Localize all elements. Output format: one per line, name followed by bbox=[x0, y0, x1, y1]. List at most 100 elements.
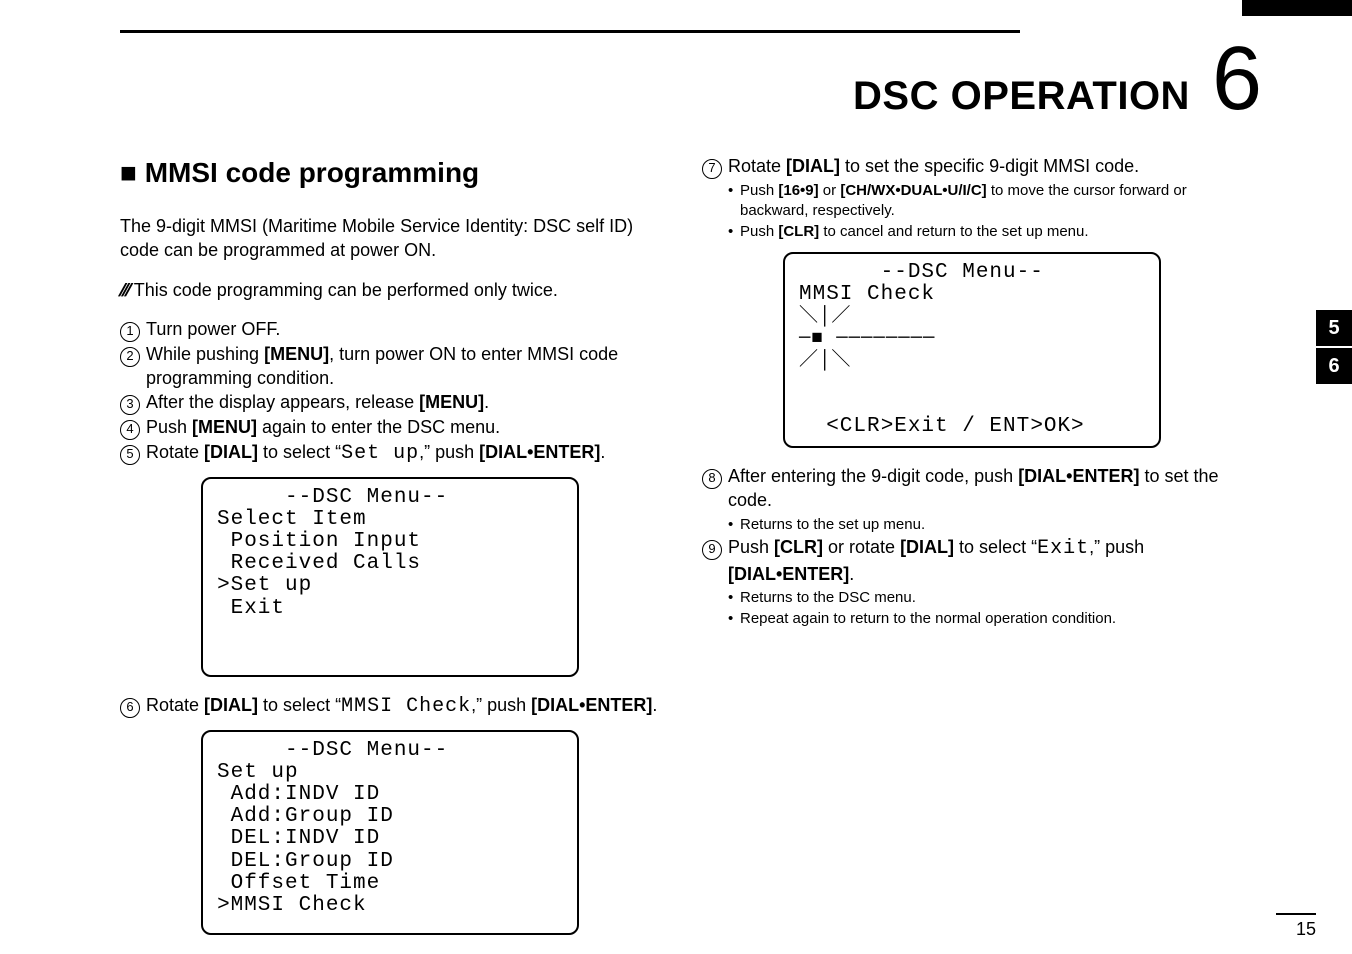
hatch-icon: /// bbox=[116, 278, 134, 302]
step-number-icon: 9 bbox=[702, 540, 722, 560]
step-5: 5 Rotate [DIAL] to select “Set up,” push… bbox=[120, 440, 660, 467]
lcd-display-3: --DSC Menu-- MMSI Check ＼│／ ─■ ──────── … bbox=[783, 252, 1161, 448]
step-7: 7 Rotate [DIAL] to set the specific 9-di… bbox=[702, 154, 1242, 179]
step-number-icon: 7 bbox=[702, 159, 722, 179]
t: . bbox=[600, 442, 605, 462]
key-label: [DIAL] bbox=[786, 156, 840, 176]
bullet-dot-icon: • bbox=[728, 609, 740, 629]
menu-item-name: MMSI Check bbox=[341, 695, 471, 718]
lcd-cursor-art: ＼│／ ─■ ──────── ／│＼ bbox=[799, 305, 935, 371]
page-number: 15 bbox=[1276, 913, 1316, 940]
step-7-bullets: • Push [16•9] or [CH/WX•DUAL•U/I/C] to m… bbox=[702, 181, 1242, 242]
step-text: While pushing [MENU], turn power ON to e… bbox=[146, 342, 660, 391]
step-number-icon: 4 bbox=[120, 420, 140, 440]
t: Push bbox=[728, 537, 774, 557]
t: to select “ bbox=[258, 695, 341, 715]
t: to set the specific 9-digit MMSI code. bbox=[840, 156, 1139, 176]
key-label: [DIAL•ENTER] bbox=[479, 442, 600, 462]
t: Push bbox=[146, 417, 192, 437]
step-text: Rotate [DIAL] to select “MMSI Check,” pu… bbox=[146, 693, 660, 720]
step-3: 3 After the display appears, release [ME… bbox=[120, 390, 660, 415]
step-text: Turn power OFF. bbox=[146, 317, 660, 342]
t: . bbox=[849, 564, 854, 584]
step-text: After the display appears, release [MENU… bbox=[146, 390, 660, 415]
key-label: [DIAL•ENTER] bbox=[728, 564, 849, 584]
bullet: • Repeat again to return to the normal o… bbox=[728, 609, 1242, 629]
step-text: Push [MENU] again to enter the DSC menu. bbox=[146, 415, 660, 440]
step-number-icon: 3 bbox=[120, 395, 140, 415]
bullet-dot-icon: • bbox=[728, 515, 740, 535]
step-9: 9 Push [CLR] or rotate [DIAL] to select … bbox=[702, 535, 1242, 586]
side-tab-6: 6 bbox=[1316, 348, 1352, 384]
page: DSC OPERATION 6 ■ MMSI code programming … bbox=[0, 0, 1352, 954]
step-8-bullets: • Returns to the set up menu. bbox=[702, 515, 1242, 535]
key-label: [DIAL] bbox=[900, 537, 954, 557]
t: Push bbox=[740, 182, 778, 199]
corner-black-bar bbox=[1242, 0, 1352, 16]
page-title: DSC OPERATION bbox=[853, 74, 1190, 119]
menu-item-name: Set up bbox=[341, 442, 419, 465]
t: Rotate bbox=[146, 695, 204, 715]
t: . bbox=[652, 695, 657, 715]
bullet-dot-icon: • bbox=[728, 181, 740, 222]
menu-item-name: Exit bbox=[1037, 537, 1089, 560]
side-tabs: 5 6 bbox=[1316, 310, 1352, 386]
t: Push bbox=[740, 223, 778, 240]
step-number-icon: 6 bbox=[120, 698, 140, 718]
t: After the display appears, release bbox=[146, 392, 419, 412]
bullet-text: Push [CLR] to cancel and return to the s… bbox=[740, 222, 1089, 242]
t: or rotate bbox=[823, 537, 900, 557]
t: ,” push bbox=[419, 442, 479, 462]
key-label: [CLR] bbox=[774, 537, 823, 557]
bullet: • Push [CLR] to cancel and return to the… bbox=[728, 222, 1242, 242]
step-2: 2 While pushing [MENU], turn power ON to… bbox=[120, 342, 660, 391]
bullet-text: Push [16•9] or [CH/WX•DUAL•U/I/C] to mov… bbox=[740, 181, 1242, 222]
t: Rotate bbox=[146, 442, 204, 462]
intro-text: The 9-digit MMSI (Maritime Mobile Servic… bbox=[120, 214, 660, 263]
key-label: [DIAL•ENTER] bbox=[531, 695, 652, 715]
step-text: After entering the 9-digit code, push [D… bbox=[728, 464, 1242, 513]
t: or bbox=[819, 182, 841, 199]
step-text: Rotate [DIAL] to set the specific 9-digi… bbox=[728, 154, 1242, 179]
lcd-bottom: <CLR˃Exit / ENT˃OK> bbox=[799, 415, 1085, 438]
step-text: Push [CLR] or rotate [DIAL] to select “E… bbox=[728, 535, 1242, 586]
bullet: • Returns to the DSC menu. bbox=[728, 588, 1242, 608]
lcd-display-2: --DSC Menu-- Set up Add:INDV ID Add:Grou… bbox=[201, 730, 579, 935]
step-text: Rotate [DIAL] to select “Set up,” push [… bbox=[146, 440, 660, 467]
note-text: This code programming can be performed o… bbox=[134, 280, 558, 300]
key-label: [CH/WX•DUAL•U/I/C] bbox=[840, 182, 986, 199]
steps-group-a: 1 Turn power OFF. 2 While pushing [MENU]… bbox=[120, 317, 660, 468]
lcd-display-1: --DSC Menu-- Select Item Position Input … bbox=[201, 477, 579, 677]
step-1: 1 Turn power OFF. bbox=[120, 317, 660, 342]
step-8: 8 After entering the 9-digit code, push … bbox=[702, 464, 1242, 513]
key-label: [CLR] bbox=[778, 223, 819, 240]
key-label: [MENU] bbox=[192, 417, 257, 437]
step-number-icon: 5 bbox=[120, 445, 140, 465]
t: ,” push bbox=[471, 695, 531, 715]
key-label: [DIAL] bbox=[204, 442, 258, 462]
t: While pushing bbox=[146, 344, 264, 364]
t: ,” push bbox=[1089, 537, 1144, 557]
step-6: 6 Rotate [DIAL] to select “MMSI Check,” … bbox=[120, 693, 660, 720]
key-label: [DIAL] bbox=[204, 695, 258, 715]
key-label: [DIAL•ENTER] bbox=[1018, 466, 1139, 486]
bullet: • Push [16•9] or [CH/WX•DUAL•U/I/C] to m… bbox=[728, 181, 1242, 222]
t: to select “ bbox=[954, 537, 1037, 557]
side-tab-5: 5 bbox=[1316, 310, 1352, 346]
t: After entering the 9-digit code, push bbox=[728, 466, 1018, 486]
chapter-number: 6 bbox=[1212, 39, 1262, 120]
bullet-text: Repeat again to return to the normal ope… bbox=[740, 609, 1116, 629]
t: . bbox=[484, 392, 489, 412]
step-number-icon: 2 bbox=[120, 347, 140, 367]
step-4: 4 Push [MENU] again to enter the DSC men… bbox=[120, 415, 660, 440]
key-label: [MENU] bbox=[264, 344, 329, 364]
step-number-icon: 1 bbox=[120, 322, 140, 342]
bullet-text: Returns to the DSC menu. bbox=[740, 588, 916, 608]
t: again to enter the DSC menu. bbox=[257, 417, 500, 437]
bullet-dot-icon: • bbox=[728, 588, 740, 608]
t: to select “ bbox=[258, 442, 341, 462]
step-number-icon: 8 bbox=[702, 469, 722, 489]
lcd-top: --DSC Menu-- MMSI Check bbox=[799, 261, 1044, 306]
right-column: 7 Rotate [DIAL] to set the specific 9-di… bbox=[702, 154, 1242, 951]
section-title: ■ MMSI code programming bbox=[120, 154, 660, 192]
